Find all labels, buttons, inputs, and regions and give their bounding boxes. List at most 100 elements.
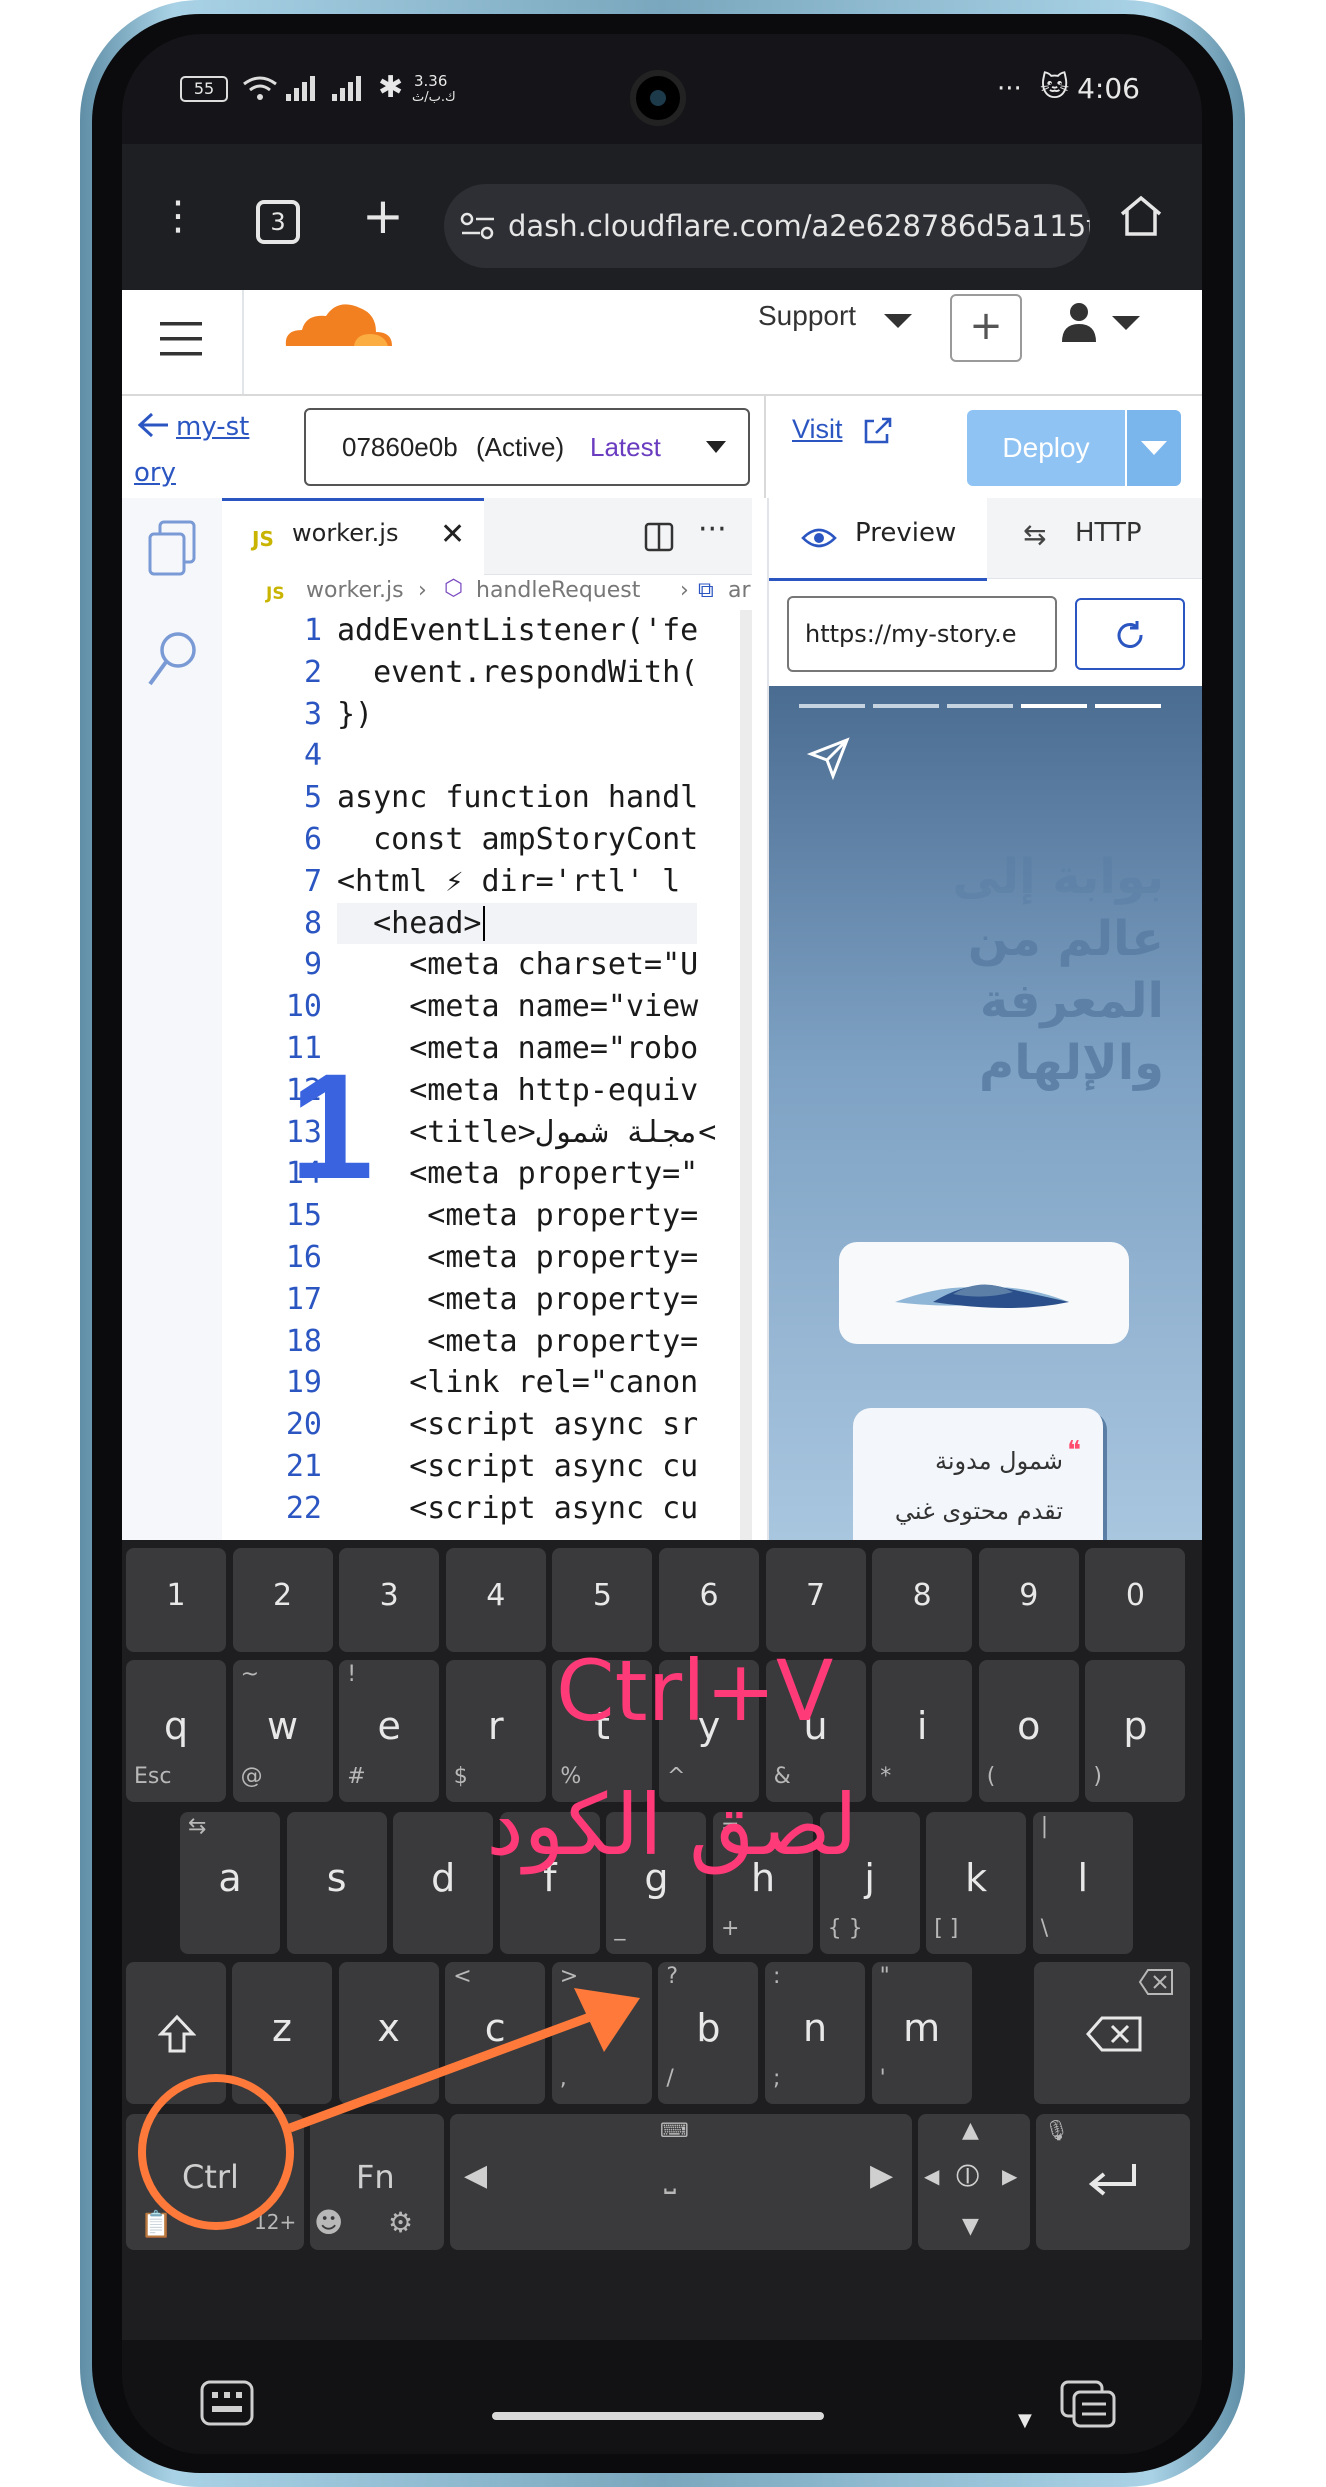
- code-line[interactable]: <meta name="view: [337, 986, 752, 1028]
- code-line[interactable]: <meta property=: [337, 1279, 752, 1321]
- tab-preview[interactable]: Preview: [769, 498, 987, 581]
- code-line[interactable]: <script async cu: [337, 1488, 752, 1530]
- key-0[interactable]: 0: [1085, 1548, 1186, 1652]
- new-tab-icon[interactable]: +: [362, 188, 404, 244]
- add-button[interactable]: +: [950, 294, 1022, 362]
- code-lines[interactable]: addEventListener('fe event.respondWith(}…: [337, 610, 752, 1530]
- dpad-key[interactable]: ▲ ◀ ⦶ ▶ ▼: [918, 2114, 1030, 2250]
- breadcrumb-function[interactable]: handleRequest: [476, 578, 640, 603]
- key-a[interactable]: a ⇆: [180, 1812, 280, 1954]
- code-line[interactable]: <head>: [337, 903, 752, 945]
- code-line[interactable]: addEventListener('fe: [337, 610, 752, 652]
- editor-more-icon[interactable]: ···: [698, 512, 727, 547]
- back-to-worker-link[interactable]: my-story: [134, 404, 264, 496]
- key-3[interactable]: 3: [339, 1548, 440, 1652]
- external-link-icon[interactable]: [862, 416, 892, 446]
- key-4[interactable]: 4: [445, 1548, 546, 1652]
- share-send-icon[interactable]: [807, 736, 851, 780]
- code-line[interactable]: }): [337, 694, 752, 736]
- menu-dots-icon[interactable]: ⋮: [158, 188, 198, 244]
- editor-scrollbar[interactable]: [740, 610, 752, 1540]
- user-avatar-icon[interactable]: [1062, 302, 1096, 342]
- code-line[interactable]: <meta charset="U: [337, 944, 752, 986]
- key-7[interactable]: 7: [765, 1548, 866, 1652]
- key-x[interactable]: x: [338, 1962, 439, 2104]
- code-line[interactable]: <meta property=: [337, 1237, 752, 1279]
- key-v[interactable]: v >,: [551, 1962, 652, 2104]
- space-bar[interactable]: ◀ ⌨ ⎵ ▶: [450, 2114, 912, 2250]
- site-settings-icon[interactable]: [460, 210, 496, 242]
- code-line[interactable]: async function handl: [337, 777, 752, 819]
- key-c[interactable]: c <: [445, 1962, 546, 2104]
- key-alt-top: ": [879, 1964, 890, 1989]
- quote-mark-icon: ❝: [1067, 1436, 1081, 1466]
- clipboard-manager-icon[interactable]: [1060, 2380, 1118, 2428]
- files-icon[interactable]: [146, 520, 198, 576]
- fn-key[interactable]: Fn ☻ ⚙: [310, 2114, 444, 2250]
- key-m[interactable]: m " ': [871, 1962, 972, 2104]
- hide-keyboard-icon[interactable]: ▼: [1018, 2410, 1032, 2431]
- key-b[interactable]: b? /: [658, 1962, 759, 2104]
- code-line[interactable]: <link rel="canon: [337, 1362, 752, 1404]
- breadcrumb-more[interactable]: ar: [728, 578, 751, 603]
- hamburger-menu-icon[interactable]: [160, 322, 202, 356]
- code-line[interactable]: <meta property=: [337, 1195, 752, 1237]
- key-w[interactable]: w ~ @: [232, 1660, 333, 1802]
- search-icon[interactable]: [146, 630, 200, 688]
- key-o[interactable]: o(: [978, 1660, 1079, 1802]
- split-editor-icon[interactable]: [644, 522, 674, 552]
- deploy-options-button[interactable]: [1127, 410, 1181, 486]
- enter-key[interactable]: 🎙: [1036, 2114, 1190, 2250]
- keyboard-switch-icon[interactable]: [200, 2380, 254, 2426]
- address-bar[interactable]: dash.cloudflare.com/a2e628786d5a115f9b5: [444, 184, 1090, 268]
- code-line[interactable]: event.respondWith(: [337, 652, 752, 694]
- key-l[interactable]: l | \: [1032, 1812, 1133, 1954]
- code-line[interactable]: const ampStoryCont: [337, 819, 752, 861]
- visit-link[interactable]: Visit: [792, 414, 843, 445]
- refresh-preview-button[interactable]: [1075, 598, 1185, 670]
- code-line[interactable]: <script async sr: [337, 1404, 752, 1446]
- screenshot-stage: 55 ✱ 3.36 ك.ب/ث ··· 🐱 4:06 ⋮ 3 + dash.cl…: [0, 0, 1326, 2487]
- preview-url-input[interactable]: https://my-story.e: [787, 596, 1057, 672]
- line-number: 1: [303, 613, 322, 648]
- code-line[interactable]: <meta http-equiv: [337, 1070, 752, 1112]
- key-1[interactable]: 1: [126, 1548, 226, 1652]
- key-n[interactable]: n:;: [765, 1962, 865, 2104]
- deploy-button[interactable]: Deploy: [967, 410, 1125, 486]
- home-gesture-bar[interactable]: [492, 2412, 824, 2420]
- code-line[interactable]: <script async cu: [337, 1446, 752, 1488]
- key-2[interactable]: 2: [232, 1548, 333, 1652]
- support-menu[interactable]: Support: [758, 300, 856, 332]
- code-line[interactable]: <meta name="robo: [337, 1028, 752, 1070]
- breadcrumb-file[interactable]: worker.js: [306, 578, 404, 603]
- code-line[interactable]: <meta property=: [337, 1321, 752, 1363]
- url-text[interactable]: dash.cloudflare.com/a2e628786d5a115f9b5: [508, 184, 1090, 268]
- code-line[interactable]: [337, 735, 752, 777]
- shift-key-button[interactable]: [126, 1962, 226, 2104]
- code-line[interactable]: <html ⚡ dir='rtl' l: [337, 861, 752, 903]
- tab-worker-js[interactable]: JS worker.js ✕: [222, 498, 484, 577]
- key-5[interactable]: 5: [552, 1548, 653, 1652]
- version-select[interactable]: 07860e0b (Active) Latest: [304, 408, 750, 486]
- home-icon[interactable]: [1118, 194, 1164, 238]
- key-9[interactable]: 9: [978, 1548, 1079, 1652]
- user-menu-chevron-icon[interactable]: [1112, 314, 1140, 332]
- ctrl-key[interactable]: Ctrl 📋 12+: [126, 2114, 304, 2250]
- code-line[interactable]: <meta property=": [337, 1153, 752, 1195]
- tab-switcher-button[interactable]: 3: [256, 200, 300, 244]
- key-s[interactable]: s: [286, 1812, 387, 1954]
- code-editor[interactable]: JS worker.js ✕ ··· JS worker.js › ⬡ hand…: [222, 498, 752, 1540]
- backspace-key[interactable]: [1034, 1962, 1190, 2104]
- amp-story-preview[interactable]: بوابة إلى عالم من المعرفة والإلهام ❝ شمو…: [769, 686, 1202, 1540]
- key-z[interactable]: z: [232, 1962, 332, 2104]
- key-k[interactable]: k[ ]: [926, 1812, 1027, 1954]
- key-8[interactable]: 8: [872, 1548, 973, 1652]
- code-line[interactable]: <title>مجلة شمول<: [337, 1112, 752, 1154]
- key-q[interactable]: q Esc: [126, 1660, 226, 1802]
- cloudflare-logo-icon[interactable]: [280, 294, 396, 352]
- key-e[interactable]: e! #: [339, 1660, 440, 1802]
- key-p[interactable]: p): [1085, 1660, 1186, 1802]
- close-tab-icon[interactable]: ✕: [440, 517, 465, 552]
- tab-http[interactable]: ⇆ HTTP: [987, 498, 1202, 578]
- key-6[interactable]: 6: [659, 1548, 759, 1652]
